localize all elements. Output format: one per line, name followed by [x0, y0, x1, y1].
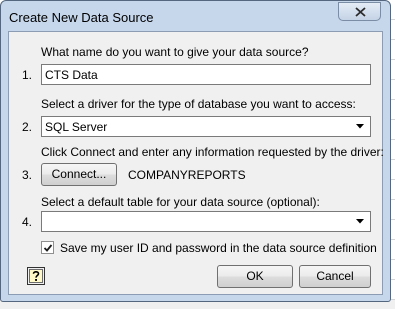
connect-button[interactable]: Connect... [41, 163, 117, 186]
step-4-number: 4. [22, 215, 33, 229]
data-source-name-input[interactable]: CTS Data [41, 64, 371, 85]
step-3-number: 3. [22, 168, 33, 182]
save-credentials-checkbox[interactable] [41, 241, 54, 254]
save-credentials-label[interactable]: Save my user ID and password in the data… [60, 241, 377, 255]
driver-select[interactable]: SQL Server [41, 116, 371, 137]
step-1-number: 1. [22, 68, 33, 82]
close-icon [355, 7, 366, 17]
dialog-title: Create New Data Source [9, 10, 154, 25]
connection-name: COMPANYREPORTS [128, 168, 246, 182]
step-2-number: 2. [22, 120, 33, 134]
driver-dropdown-button[interactable] [352, 118, 369, 135]
create-data-source-dialog: Create New Data Source What name do you … [0, 0, 391, 302]
help-icon [29, 269, 43, 283]
ok-button[interactable]: OK [217, 265, 293, 288]
dialog-body: What name do you want to give your data … [8, 31, 384, 295]
step-3-prompt: Click Connect and enter any information … [41, 145, 384, 159]
driver-select-value: SQL Server [45, 120, 108, 134]
default-table-select[interactable] [41, 211, 371, 232]
help-button[interactable] [27, 267, 45, 285]
step-2-prompt: Select a driver for the type of database… [41, 97, 356, 111]
checkmark-icon [43, 244, 53, 252]
close-button[interactable] [338, 2, 381, 21]
chevron-down-icon [356, 219, 364, 224]
step-1-prompt: What name do you want to give your data … [41, 45, 309, 59]
step-4-prompt: Select a default table for your data sou… [41, 195, 320, 209]
chevron-down-icon [356, 124, 364, 129]
cancel-button[interactable]: Cancel [299, 265, 371, 288]
title-bar[interactable]: Create New Data Source [1, 1, 390, 31]
default-table-dropdown-button[interactable] [352, 213, 369, 230]
